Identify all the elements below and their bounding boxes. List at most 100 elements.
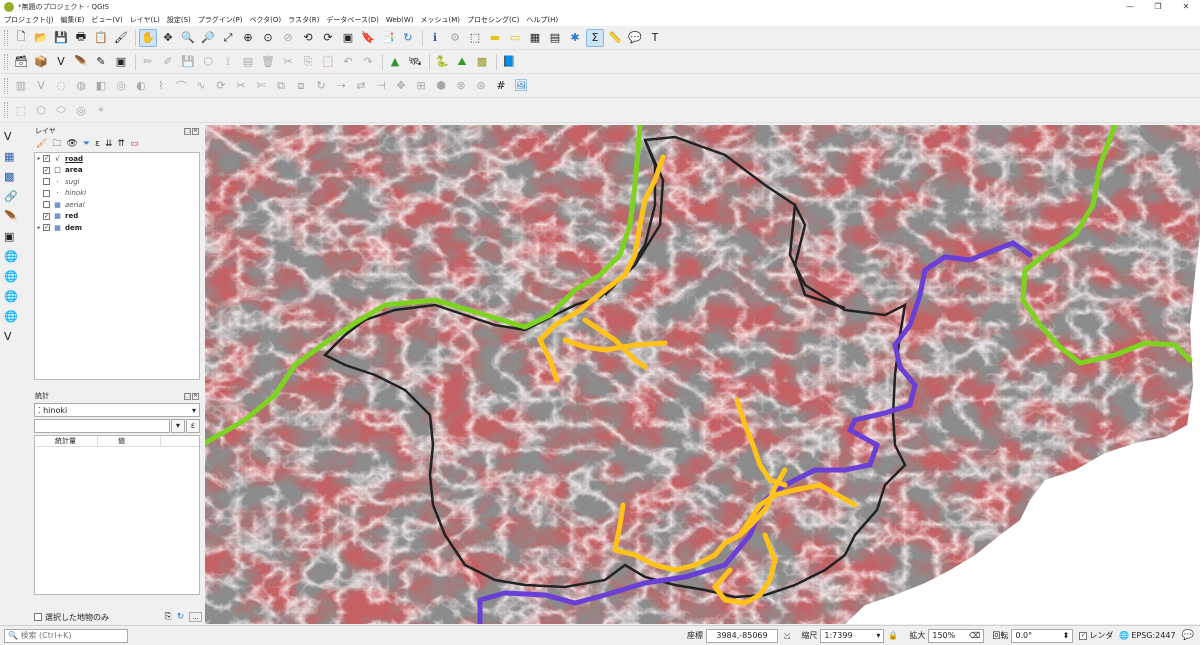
menu-layer[interactable]: レイヤ(L) — [130, 15, 160, 25]
visibility-icon[interactable]: 👁 — [66, 139, 77, 149]
toggle-extents-icon[interactable]: ⤩ — [784, 631, 790, 641]
expand-all-icon[interactable]: ⇊ — [105, 139, 113, 149]
pan-icon[interactable]: ✋ — [139, 28, 157, 47]
dropdown-icon[interactable]: ▾ — [171, 419, 185, 433]
digitize-icon[interactable]: ✏ — [139, 53, 157, 71]
new-shapefile-icon[interactable]: V — [52, 53, 70, 71]
zoom-selection-icon[interactable]: ⊕ — [239, 29, 257, 47]
attribute-table-icon[interactable]: ▦ — [526, 29, 544, 47]
measure-icon[interactable]: 📏 — [606, 29, 624, 47]
select-location-icon[interactable]: ⌖ — [92, 101, 110, 119]
layer-checkbox[interactable] — [43, 201, 50, 209]
open-project-icon[interactable]: 📂 — [32, 29, 50, 47]
render-checkbox[interactable]: ✓ — [1079, 631, 1088, 640]
add-vector-layer-icon[interactable]: V — [4, 127, 26, 145]
layer-select[interactable]: ⁚ hinoki ▾ — [34, 403, 200, 417]
offset-point-icon[interactable]: ⇢ — [332, 77, 350, 95]
close-panel-icon[interactable]: ✕ — [192, 393, 199, 400]
add-wcs-icon[interactable]: 🌐 — [4, 287, 26, 305]
grid-icon[interactable]: # — [492, 77, 510, 95]
copy-stats-icon[interactable]: ⎘ — [165, 612, 172, 622]
menu-vector[interactable]: ベクタ(O) — [249, 15, 281, 25]
add-feature-icon[interactable]: ⬡ — [199, 53, 217, 71]
python-console-icon[interactable]: 🐍 — [433, 53, 451, 71]
refresh-icon[interactable]: ↻ — [399, 29, 417, 47]
trim-extend-icon[interactable]: ⊣ — [372, 77, 390, 95]
layer-checkbox[interactable]: ✓ — [43, 224, 50, 232]
pan-to-selection-icon[interactable]: ✥ — [159, 29, 177, 47]
data-source-manager-icon[interactable]: 🗃 — [12, 53, 30, 71]
map-canvas[interactable] — [205, 125, 1200, 624]
new-virtual-layer-icon[interactable]: ▣ — [112, 53, 130, 71]
terrain-icon[interactable]: ⛰ — [453, 53, 471, 71]
new-map-view-icon[interactable]: ▣ — [339, 29, 357, 47]
layer-row[interactable]: ▸ ✓ √ road — [35, 153, 199, 165]
add-xyz-icon[interactable]: 🌐 — [4, 307, 26, 325]
zoom-full-icon[interactable]: ⤢ — [219, 29, 237, 47]
vertex-editor-icon[interactable]: ⬢ — [432, 77, 450, 95]
menu-database[interactable]: データベース(D) — [326, 15, 379, 25]
run-action-icon[interactable]: ⚙ — [446, 29, 464, 47]
add-virtual-layer-icon[interactable]: ▣ — [4, 227, 26, 245]
new-layer-icon[interactable]: V — [4, 327, 26, 345]
vertex-tool-icon[interactable]: ⟟ — [219, 53, 237, 71]
offset-curve-icon[interactable]: ⌒ — [172, 77, 190, 95]
help-book-icon[interactable]: 📘 — [500, 53, 518, 71]
layer-row[interactable]: ▸ ✓ ▦ dem — [35, 222, 199, 234]
delete-ring-icon[interactable]: ◎ — [112, 77, 130, 95]
rotate-icon[interactable]: ⟳ — [212, 77, 230, 95]
coord-field[interactable]: 3984,-85069 — [705, 628, 778, 643]
add-part-icon[interactable]: ◧ — [92, 77, 110, 95]
menu-mesh[interactable]: メッシュ(M) — [421, 15, 461, 25]
adv-digitize-icon[interactable]: ▥ — [12, 77, 30, 95]
zoom-native-icon[interactable]: ⊘ — [279, 29, 297, 47]
undo-icon[interactable]: ↶ — [339, 53, 357, 71]
toggle-edit-icon[interactable]: ✐ — [159, 53, 177, 71]
menu-processing[interactable]: プロセシング(C) — [467, 15, 519, 25]
style-manager-icon[interactable]: 🖌 — [112, 29, 130, 47]
split-parts-icon[interactable]: ✄ — [252, 77, 270, 95]
new-project-icon[interactable]: 🗋 — [12, 29, 30, 47]
merge-icon[interactable]: ⧉ — [272, 77, 290, 95]
menu-view[interactable]: ビュー(V) — [91, 15, 122, 25]
add-mesh-layer-icon[interactable]: ▩ — [4, 167, 26, 185]
add-group-icon[interactable]: 🗀 — [52, 136, 61, 152]
layout-manager-icon[interactable]: 📋 — [92, 29, 110, 47]
select-features-icon[interactable]: ⬚ — [466, 29, 484, 47]
menu-plugins[interactable]: プラグイン(P) — [198, 15, 243, 25]
new-print-layout-icon[interactable]: 🖶 — [72, 29, 90, 47]
delete-part-icon[interactable]: ◐ — [132, 77, 150, 95]
zoom-in-icon[interactable]: 🔍 — [179, 29, 197, 47]
copy-icon[interactable]: ⎘ — [299, 53, 317, 71]
field-calculator-icon[interactable]: ▤ — [546, 29, 564, 47]
new-spatialite-icon[interactable]: 🪶 — [72, 53, 90, 71]
delete-icon[interactable]: 🗑 — [259, 53, 277, 71]
menu-edit[interactable]: 編集(E) — [61, 15, 85, 25]
layer-row[interactable]: · sugi — [35, 176, 199, 188]
shape-digitize-icon[interactable]: V — [32, 77, 50, 95]
layer-row[interactable]: · hinoki — [35, 188, 199, 200]
georeferencer-icon[interactable]: ▲ — [386, 53, 404, 71]
tracing-icon[interactable]: ⊛ — [472, 77, 490, 95]
menu-project[interactable]: プロジェクト(J) — [4, 15, 54, 25]
new-temp-layer-icon[interactable]: ✎ — [92, 53, 110, 71]
scale-field[interactable]: 1:7399 ▾ — [820, 628, 885, 643]
save-edits-icon[interactable]: 💾 — [179, 53, 197, 71]
reshape-icon[interactable]: ⌇ — [152, 77, 170, 95]
expression-filter-icon[interactable]: ε — [95, 139, 100, 149]
bookmark-icon[interactable]: 🔖 — [359, 29, 377, 47]
save-project-icon[interactable]: 💾 — [52, 29, 70, 47]
layer-row[interactable]: ▦ aerial — [35, 199, 199, 211]
layer-row[interactable]: ✓ ▦ red — [35, 211, 199, 223]
reverse-line-icon[interactable]: ⇄ — [352, 77, 370, 95]
style-panel-icon[interactable]: 🖌 — [36, 139, 47, 149]
search-input[interactable]: 🔍 検索 (Ctrl+K) — [4, 628, 128, 643]
close-panel-icon[interactable]: ✕ — [192, 128, 199, 135]
layer-checkbox[interactable]: ✓ — [43, 155, 50, 163]
select-rect-icon[interactable]: ⬚ — [12, 101, 30, 119]
layers-3d-icon[interactable]: ▩ — [473, 53, 491, 71]
zoom-next-icon[interactable]: ⟳ — [319, 29, 337, 47]
filter-icon[interactable]: ⏷ — [83, 139, 90, 149]
add-raster-layer-icon[interactable]: ▦ — [4, 147, 26, 165]
merge-attrs-icon[interactable]: ⧈ — [292, 77, 310, 95]
